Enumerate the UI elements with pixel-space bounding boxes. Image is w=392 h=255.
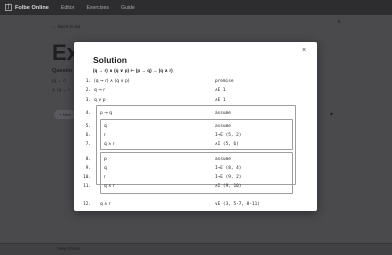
row-rule: premise: [215, 78, 234, 84]
background-dropdown-icon[interactable]: ▾: [330, 111, 333, 118]
row-rule: I→E (9, 2): [215, 174, 242, 180]
background-question-label: Questio: [52, 68, 73, 74]
row-number: 10.: [83, 174, 91, 180]
row-number: 3.: [85, 97, 91, 103]
row-rule: assume: [215, 156, 231, 162]
row-rule: assume: [215, 110, 231, 116]
row-formula: p: [104, 156, 107, 162]
app-logo-icon[interactable]: ∫: [5, 4, 12, 11]
row-number: 11.: [83, 183, 91, 189]
proof-row: 3. q ∨ p ∧E 1: [74, 96, 317, 104]
row-formula: r: [104, 132, 106, 138]
solution-modal: × Solution (q → r) ∧ (q ∨ p) ⊢ (p → q) →…: [74, 42, 317, 211]
background-new-button[interactable]: + New: [54, 110, 76, 119]
background-proof-line: 1. (q → r: [52, 87, 70, 92]
proof-row: 8. p assume: [74, 155, 317, 163]
proof-row: 12. q ∧ r ∨E (3, 5-7, 8-11): [74, 200, 317, 208]
row-number: 5.: [85, 123, 91, 129]
close-icon[interactable]: ×: [302, 47, 306, 54]
row-formula: q → r: [94, 87, 106, 93]
modal-title: Solution: [93, 55, 127, 65]
background-formula: (q → r): [52, 78, 67, 83]
row-rule: ∨E (3, 5-7, 8-11): [215, 201, 260, 207]
row-number: 2.: [85, 87, 91, 93]
row-number: 8.: [85, 156, 91, 162]
row-formula: q ∧ r: [104, 141, 115, 147]
proof-row: 2. q → r ∧E 1: [74, 86, 317, 94]
row-number: 4.: [85, 110, 91, 116]
proof-row: 11. q ∧ r ∧I (9, 10): [74, 182, 317, 190]
row-number: 12.: [83, 201, 91, 207]
proof-row: 4. p → q assume: [74, 109, 317, 117]
modal-sequent: (q → r) ∧ (q ∨ p) ⊢ (p → q) → (q ∧ r): [93, 68, 173, 73]
nav-link-exercises[interactable]: Exercises: [86, 5, 109, 11]
top-navbar: ∫ Folbe Online Editor Exercises Guide: [0, 0, 392, 15]
row-rule: ∧E 1: [215, 87, 226, 93]
row-formula: q ∧ r: [100, 201, 111, 207]
row-number: 7.: [85, 141, 91, 147]
row-formula: (q → r) ∧ (q ∨ p): [94, 78, 130, 84]
row-formula: q ∧ r: [104, 183, 115, 189]
proof-row: 6. r I→E (5, 2): [74, 131, 317, 139]
row-formula: r: [104, 174, 106, 180]
row-rule: ∧E 1: [215, 97, 226, 103]
brand-name[interactable]: Folbe Online: [15, 5, 49, 11]
view-rules-button[interactable]: View Rules: [57, 246, 80, 251]
proof-row: 9. q I→E (8, 4): [74, 164, 317, 172]
row-formula: p → q: [100, 110, 113, 116]
row-number: 6.: [85, 132, 91, 138]
proof-row: 5. q assume: [74, 122, 317, 130]
row-rule: I→E (5, 2): [215, 132, 242, 138]
row-formula: q: [104, 123, 107, 129]
background-close-icon[interactable]: ×: [337, 19, 341, 26]
row-rule: ∧I (5, 6): [215, 141, 239, 147]
proof-row: 10. r I→E (9, 2): [74, 173, 317, 181]
row-number: 1.: [85, 78, 91, 84]
row-rule: I→E (8, 4): [215, 165, 242, 171]
back-to-list-link[interactable]: ← Back to list: [52, 24, 80, 29]
proof-row: 7. q ∧ r ∧I (5, 6): [74, 140, 317, 148]
row-number: 9.: [85, 165, 91, 171]
nav-link-guide[interactable]: Guide: [121, 5, 135, 11]
row-formula: q ∨ p: [94, 97, 106, 103]
row-formula: q: [104, 165, 107, 171]
row-rule: ∧I (9, 10): [215, 183, 242, 189]
nav-link-editor[interactable]: Editor: [61, 5, 75, 11]
row-rule: assume: [215, 123, 231, 129]
proof-row: 1. (q → r) ∧ (q ∨ p) premise: [74, 77, 317, 85]
